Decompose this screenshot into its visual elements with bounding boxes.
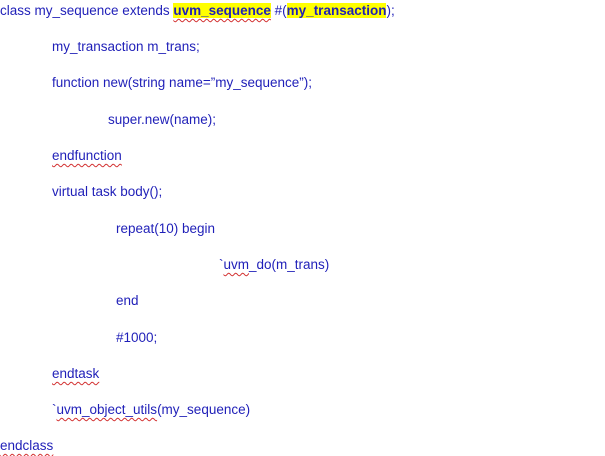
code-line-member: my_transaction m_trans; (52, 39, 200, 54)
code-line-endclass: endclass (0, 438, 54, 453)
code-line-delay: #1000; (116, 330, 158, 345)
uvm-do-rest: _do(m_trans) (249, 257, 330, 272)
code-line-uvm-do: `uvm_do(m_trans) (219, 256, 329, 273)
code-line-end: end (116, 293, 139, 308)
code-line-function-new: function new(string name=”my_sequence”); (52, 75, 313, 90)
param-highlight: my_transaction (286, 3, 387, 18)
code-line-endtask: endtask (52, 366, 100, 381)
class-prefix: class my_sequence extends (0, 3, 174, 18)
base-class-highlight: uvm_sequence (173, 3, 271, 18)
code-line-class-declaration: class my_sequence extends uvm_sequence #… (0, 2, 395, 19)
uvm-macro-word: uvm (223, 257, 250, 272)
hash-paren: #( (270, 3, 287, 18)
code-line-object-utils: `uvm_object_utils(my_sequence) (52, 401, 250, 418)
code-document: class my_sequence extends uvm_sequence #… (0, 0, 605, 456)
class-suffix: ); (386, 3, 395, 18)
object-utils-rest: (my_sequence) (157, 402, 251, 417)
code-line-super-new: super.new(name); (108, 112, 217, 127)
object-utils-macro: uvm_object_utils (56, 402, 158, 417)
code-line-repeat: repeat(10) begin (116, 221, 216, 236)
code-line-endfunction: endfunction (52, 148, 122, 163)
code-line-task-body: virtual task body(); (52, 184, 163, 199)
